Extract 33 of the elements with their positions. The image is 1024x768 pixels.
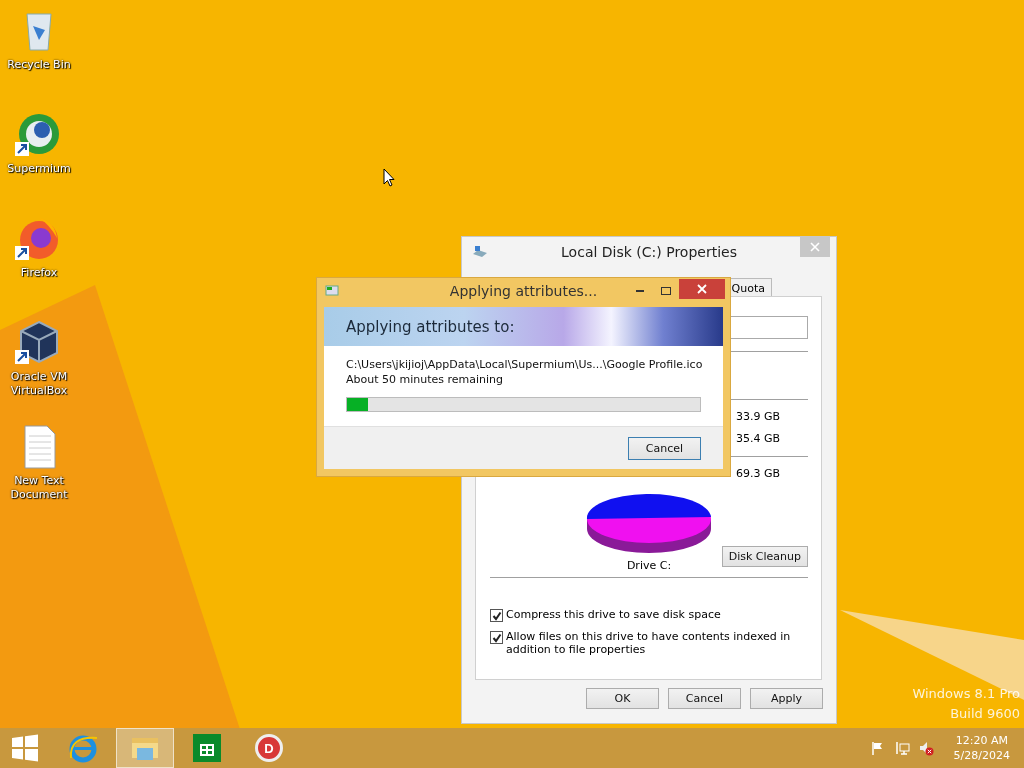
dialog-button[interactable]: OK (586, 688, 659, 709)
network-icon[interactable] (893, 740, 910, 756)
minimize-icon (636, 290, 644, 292)
dialog-heading: Applying attributes to: (346, 317, 515, 336)
drive-icon (472, 244, 488, 260)
checkbox-label[interactable]: Compress this drive to save disk space (506, 608, 721, 621)
shopping-bag-icon (191, 732, 223, 764)
disk-cleanup-button[interactable]: Disk Cleanup (721, 546, 808, 567)
size-value: 69.3 GB (736, 466, 781, 482)
size-value: 35.4 GB (736, 431, 781, 447)
volume-muted-icon[interactable] (917, 740, 934, 756)
disc-icon: D (255, 734, 283, 762)
mouse-cursor-icon (383, 168, 395, 187)
checkbox[interactable] (490, 631, 503, 644)
checkbox-label[interactable]: Allow files on this drive to have contents indexed in addition to file properties (506, 630, 808, 656)
close-button[interactable] (679, 279, 725, 299)
dialog-button[interactable]: Cancel (668, 688, 741, 709)
checkbox[interactable] (490, 609, 503, 622)
dialog-title: Applying attributes... (449, 283, 598, 299)
windows-logo-icon (11, 734, 39, 762)
maximize-icon (661, 286, 671, 296)
close-icon (810, 242, 820, 252)
dialog-button[interactable]: Apply (750, 688, 823, 709)
cancel-button[interactable]: Cancel (628, 436, 701, 460)
size-value: 33.9 GB (736, 409, 781, 425)
window-icon (325, 283, 341, 299)
window-title: Local Disk (C:) Properties (561, 244, 737, 260)
close-icon (697, 284, 707, 294)
drive-label: Drive C: (626, 559, 672, 573)
taskbar-app[interactable]: D (240, 728, 298, 768)
file-path: C:\Users\jkijioj\AppData\Local\Supermium\Us...\Google Profile.ico (346, 357, 701, 372)
edition-text: Build 9600 (950, 705, 1020, 723)
time-remaining: About 50 minutes remaining (346, 372, 505, 387)
